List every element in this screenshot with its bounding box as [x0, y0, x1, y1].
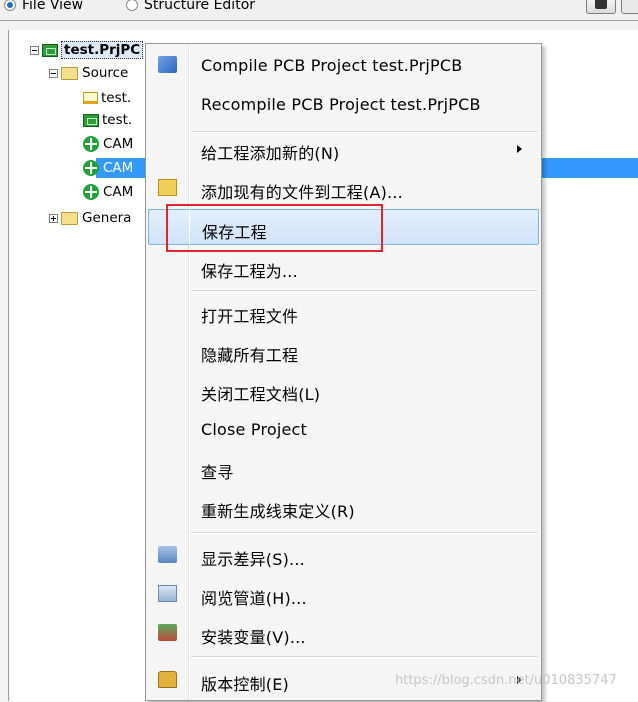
menu-separator: [191, 656, 538, 658]
browse-icon: [158, 585, 177, 602]
tree-row-file[interactable]: test.: [83, 110, 132, 130]
menu-item-label: 添加现有的文件到工程(A)...: [201, 183, 403, 202]
view-toggle-bar: File View Structure Editor: [0, 0, 638, 16]
tree-row-project[interactable]: test.PrjPC: [30, 40, 144, 60]
cam-doc-icon: [83, 136, 99, 152]
pcb-doc-icon: [83, 113, 99, 127]
menu-item-label: 版本控制(E): [201, 675, 289, 694]
file-view-radio[interactable]: File View: [4, 0, 83, 13]
folder-icon: [61, 66, 78, 80]
tree-row-file[interactable]: CAM: [83, 134, 133, 154]
radio-dot-selected: [4, 0, 16, 11]
menu-separator: [191, 532, 538, 534]
tree-row-generated[interactable]: Genera: [49, 208, 131, 228]
menu-item-label: Compile PCB Project test.PrjPCB: [201, 56, 463, 75]
tree-border: [8, 30, 9, 701]
file-label: CAM: [103, 184, 134, 200]
menu-item-label: 查寻: [201, 463, 234, 482]
collapse-icon[interactable]: [49, 68, 58, 78]
compile-icon: [158, 56, 177, 73]
menu-item-label: 安装变量(V)...: [201, 628, 306, 647]
menu-item-label: Recompile PCB Project test.PrjPCB: [201, 95, 481, 114]
file-label: CAM: [103, 136, 134, 152]
menu-item-open-project-file[interactable]: 打开工程文件: [148, 294, 539, 330]
menu-item-label: 隐藏所有工程: [201, 346, 299, 365]
expand-icon[interactable]: [49, 213, 58, 223]
install-icon: [158, 624, 177, 641]
context-menu: Compile PCB Project test.PrjPCB Recompil…: [145, 43, 542, 701]
menu-item-install-variants[interactable]: 安装变量(V)...: [148, 615, 539, 651]
menu-item-save-project[interactable]: 保存工程: [148, 209, 539, 245]
submenu-arrow-icon: [517, 145, 522, 153]
menu-item-show-differences[interactable]: 显示差异(S)...: [148, 537, 539, 573]
menu-item-label: 关闭工程文档(L): [201, 385, 321, 404]
schematic-doc-icon: [83, 92, 98, 104]
menu-item-close-project-docs[interactable]: 关闭工程文档(L): [148, 372, 539, 408]
menu-item-close-project[interactable]: Close Project: [148, 411, 539, 447]
file-view-label: File View: [22, 0, 84, 13]
file-label: test.: [101, 90, 132, 106]
tree-row-source[interactable]: Source: [49, 63, 128, 83]
generated-folder-label: Genera: [82, 210, 132, 226]
menu-item-search[interactable]: 查寻: [148, 450, 539, 486]
file-label: test.: [102, 112, 133, 128]
menu-item-add-new[interactable]: 给工程添加新的(N): [148, 131, 539, 167]
menu-item-label: 显示差异(S)...: [201, 550, 305, 569]
lock-icon: [158, 671, 177, 688]
structure-editor-label: Structure Editor: [144, 0, 256, 13]
menu-item-browse-channels[interactable]: 阅览管道(H)...: [148, 576, 539, 612]
menu-item-label: 保存工程为...: [201, 262, 298, 281]
menu-item-label: 重新生成线束定义(R): [201, 502, 355, 521]
menu-item-add-existing[interactable]: 添加现有的文件到工程(A)...: [148, 170, 539, 206]
folder-icon: [61, 211, 78, 225]
pcb-project-icon: [42, 43, 58, 57]
project-label: test.PrjPC: [61, 41, 144, 59]
diff-icon: [158, 546, 177, 563]
watermark: https://blog.csdn.net/u010835747: [395, 673, 617, 688]
menu-item-label: 阅览管道(H)...: [201, 589, 307, 608]
menu-item-label: 打开工程文件: [201, 307, 299, 326]
add-existing-icon: [158, 179, 177, 196]
menu-item-label: 保存工程: [202, 223, 267, 242]
tree-row-file[interactable]: CAM: [83, 182, 133, 202]
menu-item-compile[interactable]: Compile PCB Project test.PrjPCB: [148, 47, 539, 83]
collapse-icon[interactable]: [30, 45, 39, 55]
cam-doc-icon: [83, 184, 99, 200]
menu-separator: [191, 290, 538, 292]
tree-row-file-selected[interactable]: CAM: [83, 158, 133, 178]
structure-editor-radio[interactable]: Structure Editor: [126, 0, 255, 13]
source-folder-label: Source: [82, 65, 129, 81]
file-label: CAM: [103, 160, 134, 176]
menu-item-recompile[interactable]: Recompile PCB Project test.PrjPCB: [148, 86, 539, 122]
tree-row-file[interactable]: test.: [83, 88, 131, 108]
menu-item-save-project-as[interactable]: 保存工程为...: [148, 249, 539, 285]
cam-doc-icon: [83, 160, 99, 176]
menu-item-label: Close Project: [201, 420, 308, 439]
layers-icon: [595, 0, 607, 9]
toolbar-button[interactable]: [586, 0, 616, 14]
menu-item-label: 给工程添加新的(N): [201, 144, 340, 163]
radio-dot: [126, 0, 138, 11]
menu-item-regenerate-harness[interactable]: 重新生成线束定义(R): [148, 489, 539, 525]
menu-item-hide-all-projects[interactable]: 隐藏所有工程: [148, 333, 539, 369]
toolbar-button-2[interactable]: [621, 0, 638, 14]
